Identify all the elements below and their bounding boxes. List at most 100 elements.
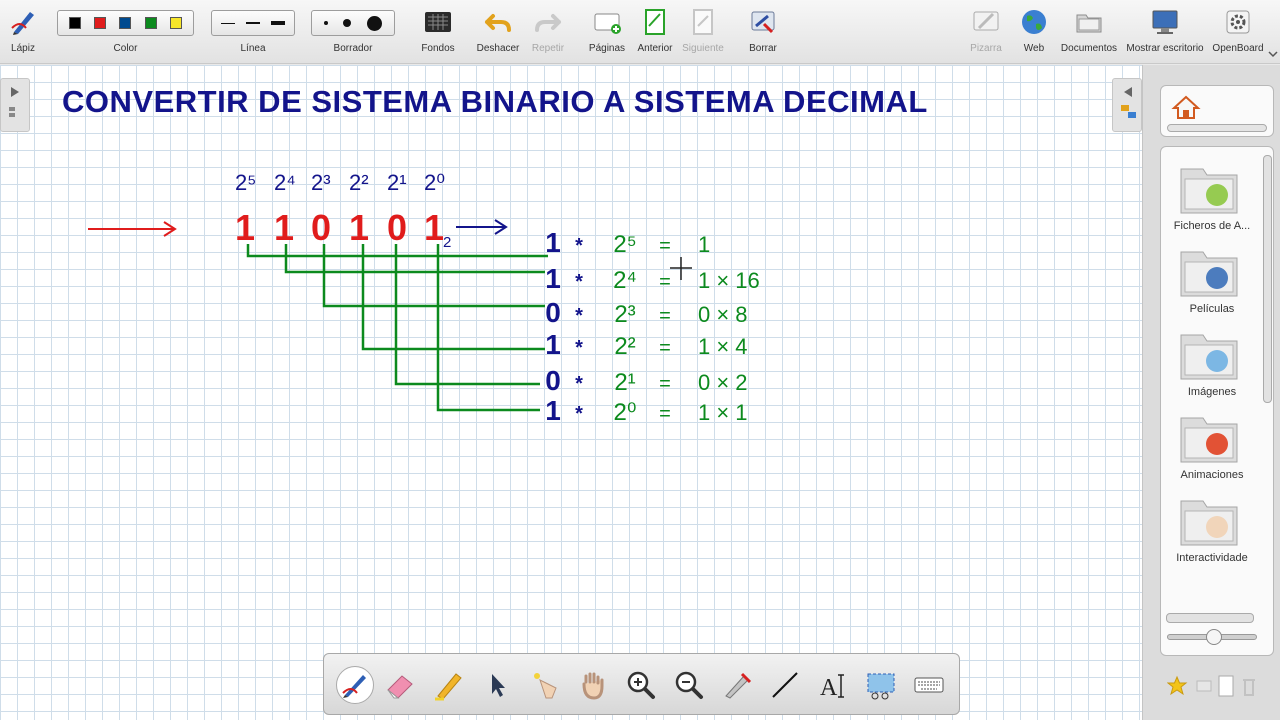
row-multiply: * <box>575 305 583 327</box>
web-button[interactable]: Web <box>1012 0 1056 64</box>
undo-arrow-icon <box>485 14 511 32</box>
pages-label: Páginas <box>588 43 626 54</box>
row-power: 2⁰ <box>614 399 637 426</box>
home-icon[interactable] <box>1171 94 1201 120</box>
laser-pen-tool[interactable] <box>720 668 754 702</box>
connector-line <box>361 244 545 351</box>
show-desktop-label: Mostrar escritorio <box>1126 43 1204 54</box>
pen-tool-button[interactable]: Lápiz <box>2 0 44 64</box>
documents-button[interactable]: Documentos <box>1060 0 1118 64</box>
next-page-icon <box>693 9 713 35</box>
conversion-row: 1 * 2⁵ = 1 <box>545 227 710 258</box>
documents-label: Documentos <box>1060 43 1118 54</box>
thumbnail-size-slider[interactable] <box>1167 629 1257 645</box>
clear-page-label: Borrar <box>749 43 777 54</box>
row-equals: = <box>659 271 671 293</box>
scissors-capture-icon <box>867 673 895 700</box>
conversion-rows: 1 * 2⁵ = 1 1 * 2⁴ = 1 × 16 0 * 2³ = 0 × 8 1 * 2² = 1 × 4 0 * 2… <box>545 227 760 426</box>
eraser-label: Borrador <box>333 43 373 54</box>
row-multiply: * <box>575 403 583 425</box>
redo-button[interactable]: Repetir <box>524 0 572 64</box>
main-toolbar: Lápiz Color Línea Borrador Fondos Deshac… <box>0 0 1280 64</box>
library-folder-item[interactable]: Imágenes <box>1161 323 1263 403</box>
library-panel: Ficheros de A... Películas Imágenes Anim… <box>1142 65 1280 720</box>
folder-horizontal-scrollbar[interactable] <box>1166 613 1254 623</box>
line-label: Línea <box>240 43 266 54</box>
hand-icon <box>582 672 604 700</box>
capture-tool[interactable] <box>864 668 898 702</box>
library-folder-item[interactable]: Películas <box>1161 240 1263 320</box>
favorite-star-icon[interactable] <box>1167 675 1188 696</box>
pages-button[interactable]: Páginas <box>584 0 630 64</box>
svg-text:A: A <box>820 675 838 701</box>
home-scrollbar[interactable] <box>1167 124 1267 132</box>
row-result: 0 × 8 <box>698 302 748 327</box>
row-result: 1 × 4 <box>698 334 748 359</box>
backgrounds-button[interactable]: Fondos <box>414 0 462 64</box>
zoom-in-icon <box>627 671 655 699</box>
previous-page-button[interactable]: Anterior <box>632 0 678 64</box>
row-digit: 1 <box>545 395 561 426</box>
library-folder-item[interactable]: Ficheros de A... <box>1161 157 1263 237</box>
row-multiply: * <box>575 271 583 293</box>
laser-pointer-tool[interactable] <box>528 668 562 702</box>
trash-icon[interactable] <box>1243 679 1255 696</box>
eraser-tool[interactable] <box>384 668 418 702</box>
row-multiply: * <box>575 337 583 359</box>
hand-pan-tool[interactable] <box>576 668 610 702</box>
board-mode-label: Pizarra <box>970 43 1002 54</box>
conversion-row: 1 * 2⁴ = 1 × 16 <box>545 263 760 294</box>
text-tool[interactable]: A <box>816 668 850 702</box>
handwritten-drawing: 2⁵ 2⁴ 2³ 2² 2¹ 2⁰ 110101 2 1 * 2⁵ = 11 * 2⁴ = 1 × 160… <box>88 170 760 426</box>
clear-page-button[interactable]: Borrar <box>740 0 786 64</box>
highlighter-tool[interactable] <box>432 668 466 702</box>
library-folders-box: Ficheros de A... Películas Imágenes Anim… <box>1160 146 1274 656</box>
new-folder-icon[interactable] <box>1196 680 1212 692</box>
binary-digit: 0 <box>311 207 331 248</box>
power-label: 2¹ <box>387 170 407 195</box>
select-tool[interactable] <box>480 668 514 702</box>
previous-page-icon <box>645 9 665 35</box>
board-mode-button[interactable]: Pizarra <box>962 0 1010 64</box>
row-result: 1 × 1 <box>698 400 748 425</box>
conversion-row: 0 * 2¹ = 0 × 2 <box>545 365 747 396</box>
library-folder-item[interactable]: Interactividade <box>1161 489 1263 569</box>
zoom-out-icon <box>675 671 703 699</box>
undo-button[interactable]: Deshacer <box>474 0 522 64</box>
folder-list-scrollbar[interactable] <box>1263 155 1272 403</box>
row-digit: 0 <box>545 297 561 328</box>
row-multiply: * <box>575 373 583 395</box>
monitor-icon <box>1152 10 1178 34</box>
whiteboard-icon <box>973 11 999 31</box>
openboard-window: Lápiz Color Línea Borrador Fondos Deshac… <box>0 0 1280 720</box>
zoom-out-tool[interactable] <box>672 668 706 702</box>
slider-handle[interactable] <box>1206 629 1222 645</box>
binary-digit: 1 <box>424 207 444 248</box>
highlighter-icon <box>435 673 462 701</box>
pen-tool[interactable] <box>336 666 374 704</box>
virtual-keyboard-tool[interactable] <box>912 668 946 702</box>
row-digit: 1 <box>545 263 561 294</box>
line-tool[interactable] <box>768 668 802 702</box>
next-page-button[interactable]: Siguiente <box>680 0 726 64</box>
conversion-row: 1 * 2⁰ = 1 × 1 <box>545 395 747 426</box>
connector-line <box>394 244 540 386</box>
power-label: 2³ <box>311 170 331 195</box>
base-subscript: 2 <box>443 234 451 251</box>
conversion-row: 0 * 2³ = 0 × 8 <box>545 297 747 328</box>
zoom-in-tool[interactable] <box>624 668 658 702</box>
overflow-chevron-icon[interactable] <box>1268 50 1278 58</box>
openboard-menu-button[interactable]: OpenBoard <box>1210 0 1266 64</box>
row-equals: = <box>659 235 671 257</box>
crosshair-cursor-icon <box>670 257 692 280</box>
connector-line <box>322 244 545 308</box>
grid-background-icon <box>425 12 451 32</box>
undo-label: Deshacer <box>476 43 520 54</box>
red-arrow <box>88 221 177 237</box>
power-label: 2⁵ <box>235 170 256 195</box>
new-page-icon[interactable] <box>1218 675 1234 697</box>
row-power: 2³ <box>614 301 635 328</box>
show-desktop-button[interactable]: Mostrar escritorio <box>1124 0 1206 64</box>
row-equals: = <box>659 337 671 359</box>
library-folder-item[interactable]: Animaciones <box>1161 406 1263 486</box>
